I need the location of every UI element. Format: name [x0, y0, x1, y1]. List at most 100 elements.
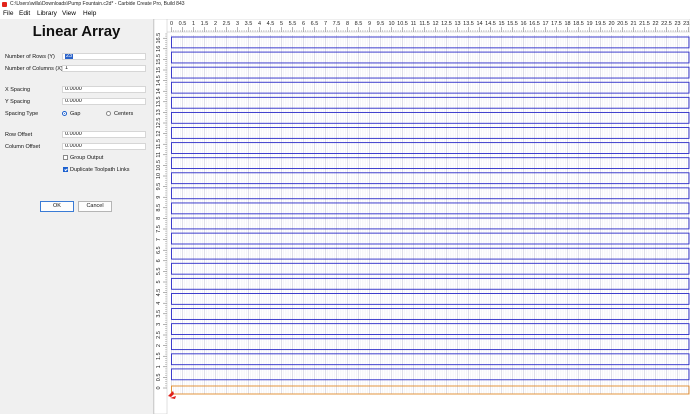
- x-spacing-input[interactable]: 0.0000: [62, 86, 146, 93]
- ok-button[interactable]: OK: [40, 201, 74, 212]
- ruler-y-label: 11: [156, 152, 162, 158]
- ruler-y-label: 1: [156, 365, 162, 368]
- ruler-x-label: 19.5: [595, 21, 606, 27]
- menu-file[interactable]: File: [3, 10, 13, 17]
- ruler-x-label: 16: [520, 21, 526, 27]
- ruler-x-label: 11: [411, 21, 417, 27]
- ruler-x-label: 1.5: [201, 21, 209, 27]
- gap-radio-label: Gap: [70, 111, 81, 117]
- ruler-x-label: 6: [302, 21, 305, 27]
- ruler-x-label: 18: [564, 21, 570, 27]
- spacing-type-label: Spacing Type: [5, 111, 39, 117]
- row-offset-label: Row Offset: [5, 132, 33, 138]
- ruler-y-label: 9.5: [156, 183, 162, 191]
- ruler-x-label: 0: [170, 21, 173, 27]
- menu-view[interactable]: View: [62, 10, 76, 17]
- rows-input[interactable]: 23: [62, 53, 146, 60]
- ruler-y-label: 0.5: [156, 374, 162, 382]
- canvas-drawing[interactable]: 0 0.5 1 1.5 2 2.5 3 3.5 4 4.5 5 5.5 6 6.5 7 7.5 8 8.5 9 9.5…: [154, 19, 690, 414]
- ruler-x-label: 7.5: [333, 21, 341, 27]
- ruler-y-label: 15.5: [156, 54, 162, 65]
- ruler-x-label: 10: [388, 21, 394, 27]
- design-canvas[interactable]: 0 0.5 1 1.5 2 2.5 3 3.5 4 4.5 5 5.5 6 6.5 7 7.5 8 8.5 9 9.5…: [154, 19, 690, 414]
- ruler-x-label: 23: [674, 21, 680, 27]
- ruler-y-label: 9: [156, 196, 162, 199]
- ruler-x-label: 22.5: [661, 21, 672, 27]
- y-spacing-input[interactable]: 0.0000: [62, 98, 146, 105]
- ruler-x-label: 4.5: [267, 21, 275, 27]
- ruler-y-label: 13: [156, 109, 162, 115]
- linear-array-panel: Linear Array Number of Rows (Y) 23 Numbe…: [0, 19, 154, 414]
- panel-title: Linear Array: [32, 23, 121, 40]
- menu-edit[interactable]: Edit: [19, 10, 30, 17]
- ruler-x-label: 1: [192, 21, 195, 27]
- title-bar: C:\Users\willa\Downloads\Pump Fountain.c…: [0, 0, 690, 9]
- group-output-checkbox[interactable]: [63, 155, 68, 160]
- ruler-x-label: 21.5: [639, 21, 650, 27]
- ruler-x-label: 12.5: [441, 21, 452, 27]
- ruler-x-label: 22: [652, 21, 658, 27]
- ruler-y-label: 3.5: [156, 310, 162, 318]
- ruler-x-label: 15: [498, 21, 504, 27]
- ruler-y-label: 2: [156, 344, 162, 347]
- y-spacing-label: Y Spacing: [5, 99, 30, 105]
- ruler-y-label: 5.5: [156, 268, 162, 276]
- ruler-x-label: 5.5: [289, 21, 297, 27]
- app-icon: [2, 2, 7, 7]
- ruler-y-label: 3: [156, 323, 162, 326]
- columns-input[interactable]: 1: [62, 65, 146, 72]
- ruler-x-label: 13: [454, 21, 460, 27]
- ruler-x-label: 2.5: [223, 21, 231, 27]
- ruler-y-label: 7: [156, 238, 162, 241]
- ruler-y-label: 1.5: [156, 352, 162, 360]
- ruler-x-label: 13.5: [463, 21, 474, 27]
- ruler-y-label: 16.5: [156, 33, 162, 44]
- duplicate-links-checkbox[interactable]: [63, 167, 68, 172]
- ruler-y-label: 4.5: [156, 289, 162, 297]
- ruler-y-label: 14.5: [156, 75, 162, 86]
- ruler-y-label: 6: [156, 259, 162, 262]
- window-title: C:\Users\willa\Downloads\Pump Fountain.c…: [10, 1, 185, 7]
- x-spacing-label: X Spacing: [5, 87, 31, 93]
- duplicate-links-label: Duplicate Toolpath Links: [70, 167, 130, 173]
- gap-radio[interactable]: [62, 111, 67, 116]
- ruler-x-label: 18.5: [573, 21, 584, 27]
- canvas-background: [171, 35, 690, 396]
- ruler-x-label: 14: [476, 21, 482, 27]
- ruler-y-label: 8.5: [156, 204, 162, 212]
- ruler-y-label: 0: [156, 386, 162, 389]
- ruler-y-label: 11.5: [156, 139, 162, 149]
- ruler-y-label: 6.5: [156, 246, 162, 254]
- ruler-x-label: 11.5: [419, 21, 429, 27]
- ruler-x-label: 19: [586, 21, 592, 27]
- column-offset-label: Column Offset: [5, 144, 41, 150]
- menu-library[interactable]: Library: [37, 10, 57, 17]
- ruler-x-label: 9: [368, 21, 371, 27]
- menu-help[interactable]: Help: [83, 10, 96, 17]
- ruler-x-label: 16.5: [529, 21, 540, 27]
- ruler-y-label: 15: [156, 67, 162, 73]
- centers-radio-label: Centers: [114, 111, 134, 117]
- ruler-y-label: 7.5: [156, 225, 162, 233]
- rows-label: Number of Rows (Y): [5, 54, 55, 60]
- ruler-y-label: 12: [156, 131, 162, 137]
- ruler-y-label: 4: [156, 302, 162, 305]
- centers-radio[interactable]: [106, 111, 111, 116]
- ruler-y-label: 12.5: [156, 118, 162, 129]
- ruler-x-label: 9.5: [377, 21, 385, 27]
- menu-bar: File Edit Library View Help: [0, 9, 690, 19]
- ruler-y-label: 13.5: [156, 96, 162, 107]
- ruler-x-label: 17.5: [551, 21, 562, 27]
- ruler-x-label: 7: [324, 21, 327, 27]
- ruler-x-label: 5: [280, 21, 283, 27]
- ruler-x-label: 12: [432, 21, 438, 27]
- ruler-x-label: 10.5: [397, 21, 408, 27]
- ruler-y-label: 8: [156, 217, 162, 220]
- columns-label: Number of Columns (X): [5, 66, 63, 72]
- cancel-button[interactable]: Cancel: [78, 201, 112, 212]
- ruler-y-label: 10.5: [156, 160, 162, 171]
- column-offset-input[interactable]: 0.0000: [62, 143, 146, 150]
- row-offset-input[interactable]: 0.0000: [62, 131, 146, 138]
- ruler-y-label: 10: [156, 173, 162, 179]
- ruler-y-label: 16: [156, 46, 162, 52]
